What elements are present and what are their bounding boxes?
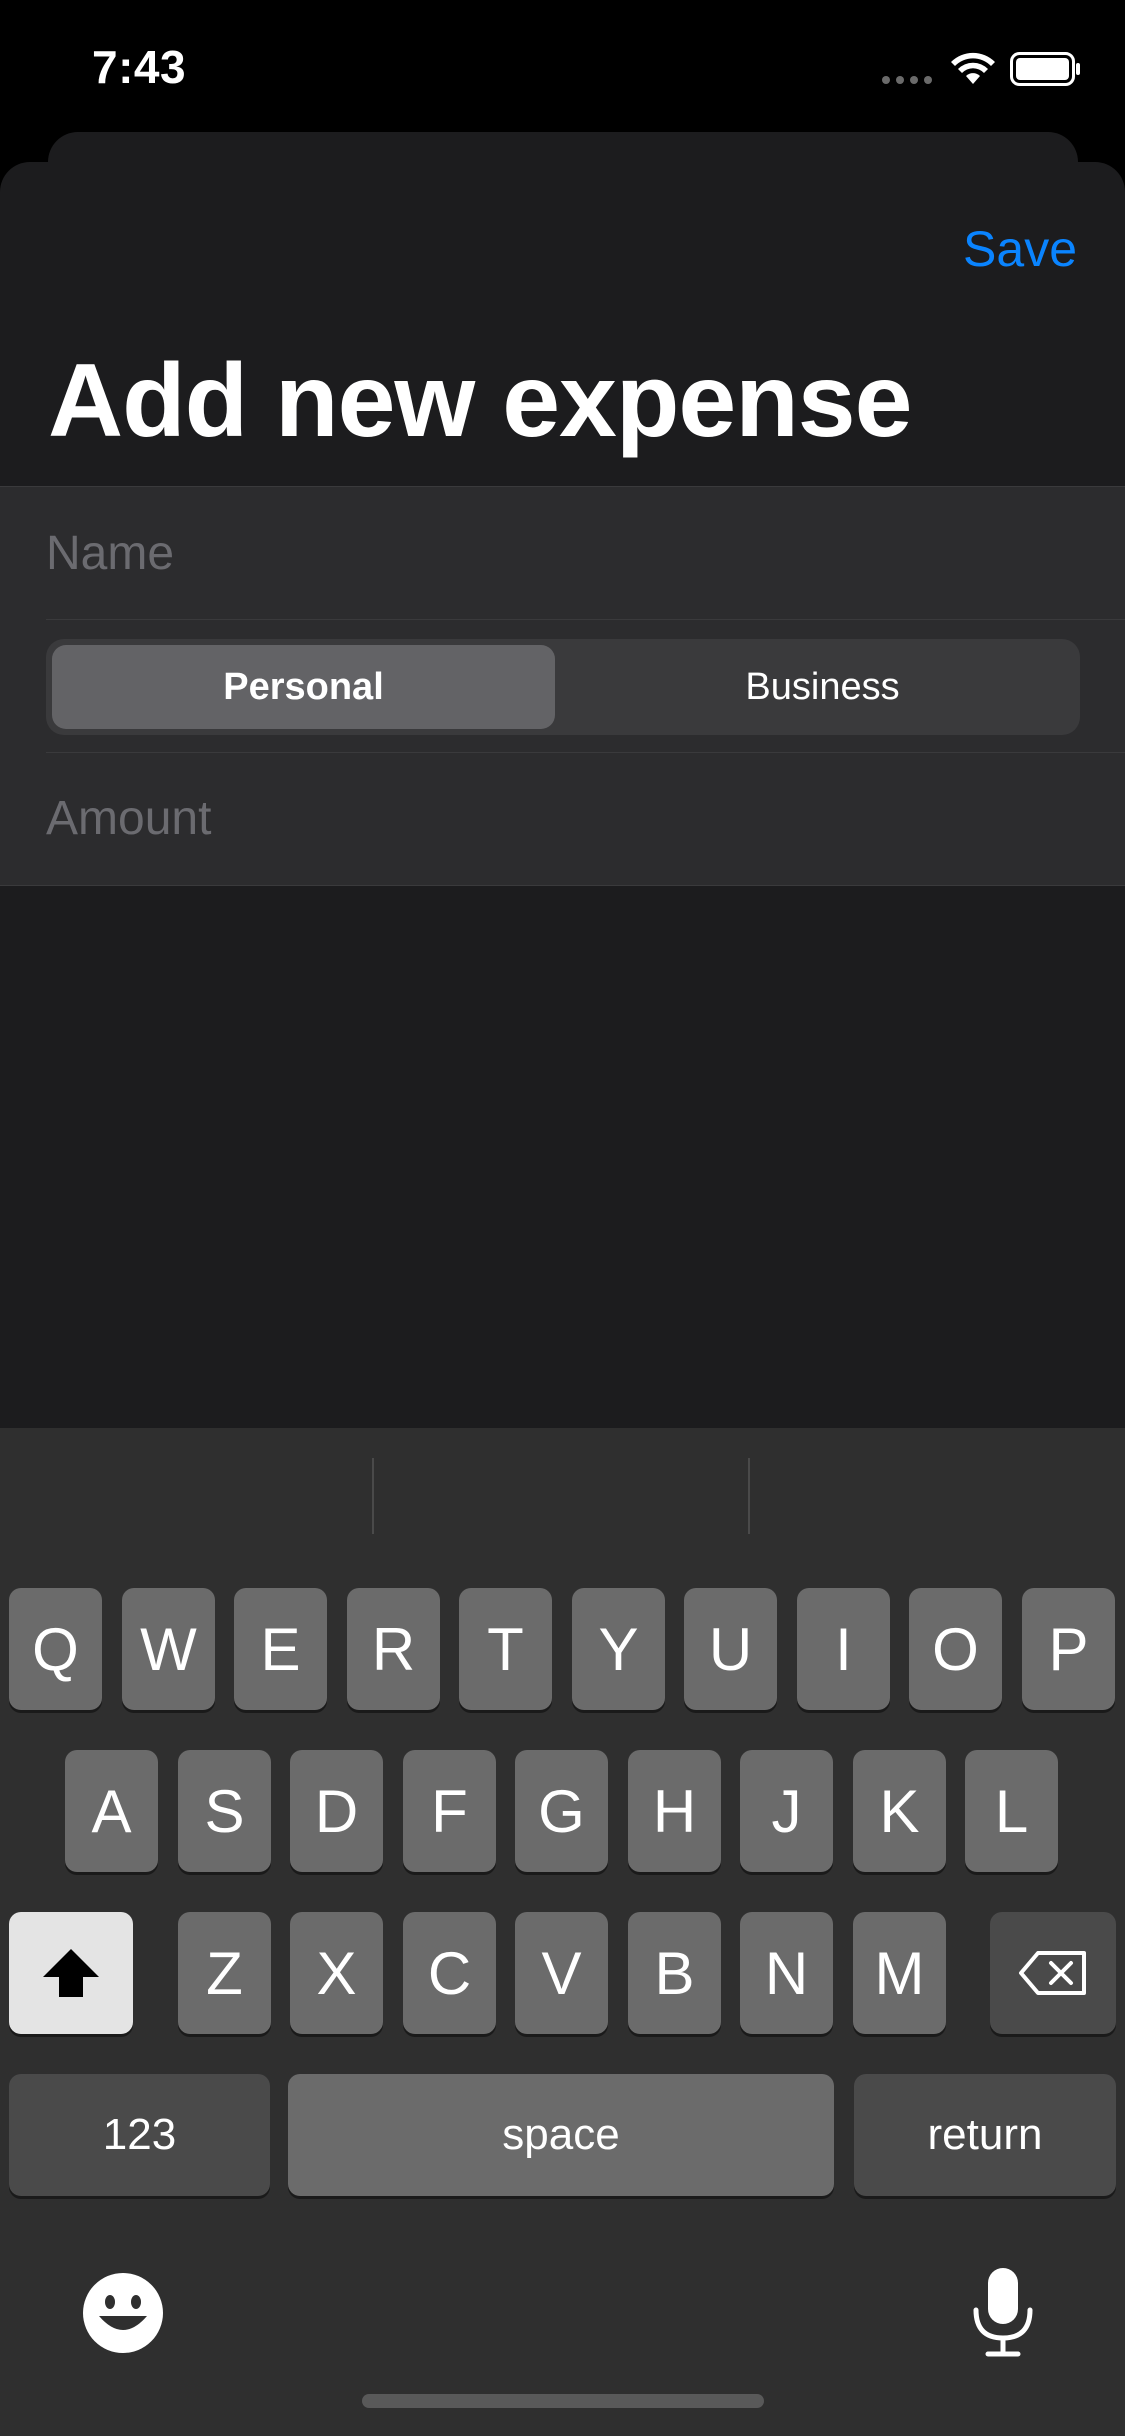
key-o[interactable]: O (909, 1588, 1002, 1710)
status-time: 7:43 (92, 41, 187, 93)
page-title: Add new expense (48, 343, 912, 459)
space-key[interactable]: space (288, 2074, 834, 2196)
key-a[interactable]: A (65, 1750, 158, 1872)
key-c[interactable]: C (403, 1912, 496, 2034)
key-q[interactable]: Q (9, 1588, 102, 1710)
key-z[interactable]: Z (178, 1912, 271, 2034)
key-s[interactable]: S (178, 1750, 271, 1872)
delete-key[interactable] (990, 1912, 1116, 2034)
expense-type-picker: Personal Business (46, 639, 1080, 735)
expense-form: Personal Business (0, 486, 1125, 886)
name-row (46, 487, 1125, 620)
segment-business[interactable]: Business (571, 645, 1074, 729)
key-b[interactable]: B (628, 1912, 721, 2034)
key-k[interactable]: K (853, 1750, 946, 1872)
key-u[interactable]: U (684, 1588, 777, 1710)
emoji-icon[interactable] (82, 2272, 164, 2354)
home-indicator (362, 2394, 764, 2408)
numbers-key[interactable]: 123 (9, 2074, 270, 2196)
delete-icon (1019, 1951, 1086, 1995)
key-i[interactable]: I (797, 1588, 890, 1710)
key-l[interactable]: L (965, 1750, 1058, 1872)
key-t[interactable]: T (459, 1588, 552, 1710)
segment-personal[interactable]: Personal (52, 645, 555, 729)
battery-icon (1010, 52, 1080, 86)
key-e[interactable]: E (234, 1588, 327, 1710)
shift-icon (43, 1949, 99, 1997)
key-n[interactable]: N (740, 1912, 833, 2034)
key-h[interactable]: H (628, 1750, 721, 1872)
microphone-icon[interactable] (968, 2266, 1038, 2358)
key-r[interactable]: R (347, 1588, 440, 1710)
wifi-icon (951, 52, 995, 84)
key-w[interactable]: W (122, 1588, 215, 1710)
key-v[interactable]: V (515, 1912, 608, 2034)
suggestion-divider (372, 1458, 374, 1534)
key-p[interactable]: P (1022, 1588, 1115, 1710)
save-button[interactable]: Save (963, 220, 1077, 278)
shift-key[interactable] (9, 1912, 133, 2034)
amount-field[interactable] (46, 752, 1125, 885)
name-field[interactable] (46, 487, 1125, 619)
key-g[interactable]: G (515, 1750, 608, 1872)
key-m[interactable]: M (853, 1912, 946, 2034)
keyboard: Q W E R T Y U I O P A S D F G H J K L Z … (0, 1428, 1125, 2436)
return-key[interactable]: return (854, 2074, 1116, 2196)
suggestion-divider (748, 1458, 750, 1534)
cellular-signal-icon (882, 76, 932, 84)
key-x[interactable]: X (290, 1912, 383, 2034)
type-row: Personal Business (46, 619, 1125, 753)
key-j[interactable]: J (740, 1750, 833, 1872)
amount-row (46, 752, 1125, 885)
key-y[interactable]: Y (572, 1588, 665, 1710)
key-f[interactable]: F (403, 1750, 496, 1872)
key-d[interactable]: D (290, 1750, 383, 1872)
